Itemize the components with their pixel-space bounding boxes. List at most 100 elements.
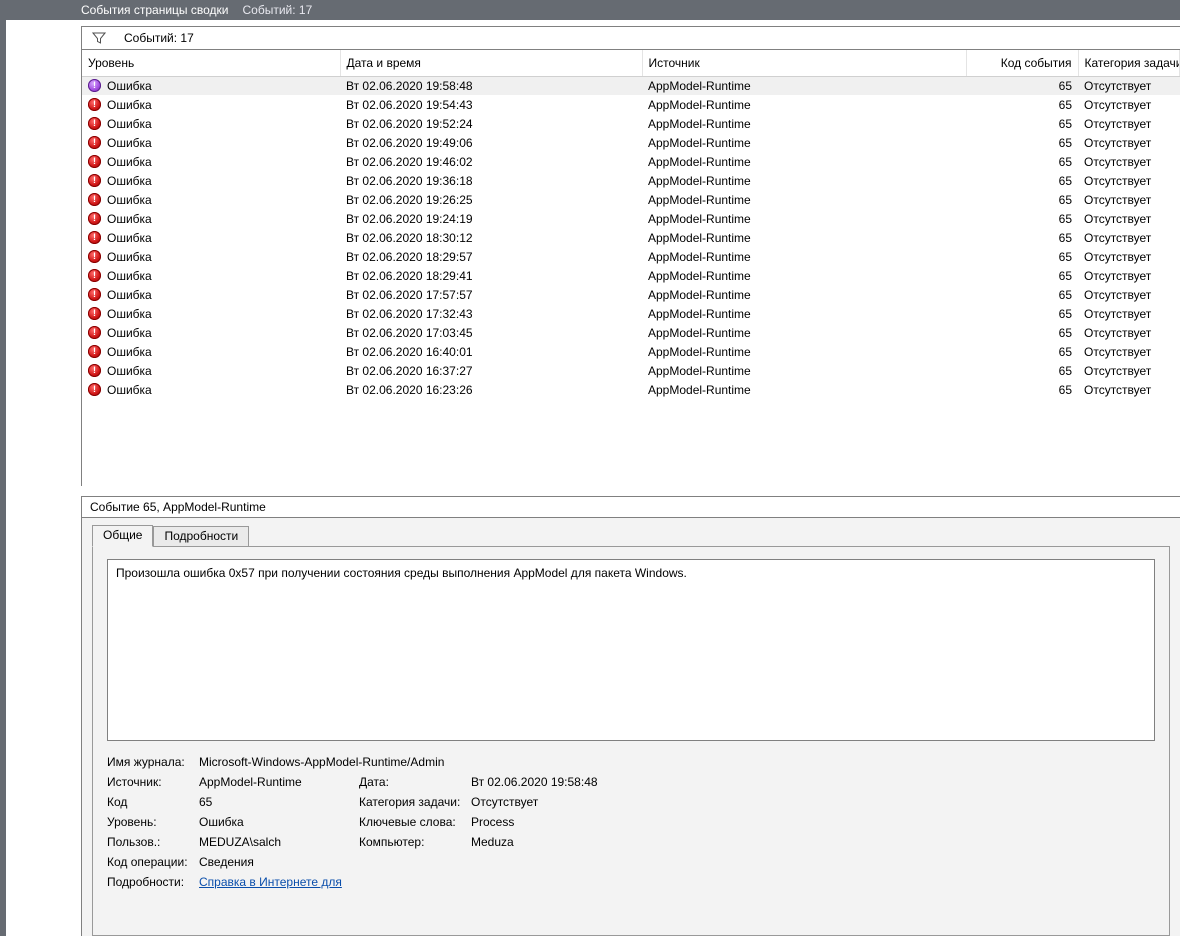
error-icon: !: [88, 174, 101, 187]
cell-level: Ошибка: [107, 288, 152, 302]
lbl-source: Источник:: [107, 775, 199, 789]
cell-code: 65: [966, 247, 1078, 266]
cell-code: 65: [966, 228, 1078, 247]
cell-datetime: Вт 02.06.2020 19:46:02: [340, 152, 642, 171]
table-row[interactable]: !ОшибкаВт 02.06.2020 19:36:18AppModel-Ru…: [82, 171, 1180, 190]
table-row[interactable]: !ОшибкаВт 02.06.2020 16:40:01AppModel-Ru…: [82, 342, 1180, 361]
cell-source: AppModel-Runtime: [642, 247, 966, 266]
lbl-keywords: Ключевые слова:: [359, 815, 471, 829]
cell-task: Отсутствует: [1078, 380, 1180, 399]
table-row[interactable]: !ОшибкаВт 02.06.2020 19:26:25AppModel-Ru…: [82, 190, 1180, 209]
cell-source: AppModel-Runtime: [642, 114, 966, 133]
cell-datetime: Вт 02.06.2020 17:32:43: [340, 304, 642, 323]
table-row[interactable]: !ОшибкаВт 02.06.2020 19:58:48AppModel-Ru…: [82, 76, 1180, 95]
tab-details[interactable]: Подробности: [153, 526, 249, 546]
error-icon: !: [88, 250, 101, 263]
cell-code: 65: [966, 114, 1078, 133]
cell-task: Отсутствует: [1078, 304, 1180, 323]
cell-source: AppModel-Runtime: [642, 152, 966, 171]
table-row[interactable]: !ОшибкаВт 02.06.2020 16:37:27AppModel-Ru…: [82, 361, 1180, 380]
tab-general[interactable]: Общие: [92, 525, 153, 547]
cell-source: AppModel-Runtime: [642, 304, 966, 323]
cell-task: Отсутствует: [1078, 209, 1180, 228]
error-icon: !: [88, 193, 101, 206]
table-row[interactable]: !ОшибкаВт 02.06.2020 19:49:06AppModel-Ru…: [82, 133, 1180, 152]
val-opcode: Сведения: [199, 855, 1155, 869]
title-primary: События страницы сводки: [81, 3, 242, 17]
lbl-date: Дата:: [359, 775, 471, 789]
cell-task: Отсутствует: [1078, 76, 1180, 95]
col-code[interactable]: Код события: [966, 50, 1078, 76]
table-row[interactable]: !ОшибкаВт 02.06.2020 19:52:24AppModel-Ru…: [82, 114, 1180, 133]
col-datetime[interactable]: Дата и время: [340, 50, 642, 76]
events-grid[interactable]: Уровень Дата и время Источник Код событи…: [81, 50, 1180, 486]
val-logname: Microsoft-Windows-AppModel-Runtime/Admin: [199, 755, 1155, 769]
filter-icon[interactable]: [92, 31, 106, 45]
cell-task: Отсутствует: [1078, 133, 1180, 152]
cell-level: Ошибка: [107, 345, 152, 359]
table-row[interactable]: !ОшибкаВт 02.06.2020 17:57:57AppModel-Ru…: [82, 285, 1180, 304]
lbl-computer: Компьютер:: [359, 835, 471, 849]
error-icon: !: [88, 98, 101, 111]
cell-source: AppModel-Runtime: [642, 361, 966, 380]
lbl-code: Код: [107, 795, 199, 809]
cell-task: Отсутствует: [1078, 285, 1180, 304]
online-help-link[interactable]: Справка в Интернете для: [199, 875, 342, 889]
table-row[interactable]: !ОшибкаВт 02.06.2020 19:46:02AppModel-Ru…: [82, 152, 1180, 171]
cell-code: 65: [966, 380, 1078, 399]
lbl-user: Пользов.:: [107, 835, 199, 849]
cell-source: AppModel-Runtime: [642, 342, 966, 361]
event-detail-heading-text: Событие 65, AppModel-Runtime: [90, 500, 266, 514]
lbl-logname: Имя журнала:: [107, 755, 199, 769]
event-detail-heading: Событие 65, AppModel-Runtime: [81, 496, 1180, 518]
error-icon: !: [88, 79, 101, 92]
cell-task: Отсутствует: [1078, 228, 1180, 247]
cell-source: AppModel-Runtime: [642, 209, 966, 228]
table-row[interactable]: !ОшибкаВт 02.06.2020 18:30:12AppModel-Ru…: [82, 228, 1180, 247]
lbl-taskcat: Категория задачи:: [359, 795, 471, 809]
cell-source: AppModel-Runtime: [642, 285, 966, 304]
val-level: Ошибка: [199, 815, 359, 829]
cell-code: 65: [966, 95, 1078, 114]
cell-code: 65: [966, 323, 1078, 342]
cell-code: 65: [966, 152, 1078, 171]
col-source[interactable]: Источник: [642, 50, 966, 76]
table-row[interactable]: !ОшибкаВт 02.06.2020 19:24:19AppModel-Ru…: [82, 209, 1180, 228]
cell-source: AppModel-Runtime: [642, 266, 966, 285]
event-message[interactable]: Произошла ошибка 0x57 при получении сост…: [107, 559, 1155, 741]
table-row[interactable]: !ОшибкаВт 02.06.2020 18:29:41AppModel-Ru…: [82, 266, 1180, 285]
table-row[interactable]: !ОшибкаВт 02.06.2020 17:32:43AppModel-Ru…: [82, 304, 1180, 323]
cell-level: Ошибка: [107, 250, 152, 264]
table-row[interactable]: !ОшибкаВт 02.06.2020 16:23:26AppModel-Ru…: [82, 380, 1180, 399]
error-icon: !: [88, 383, 101, 396]
cell-task: Отсутствует: [1078, 361, 1180, 380]
table-row[interactable]: !ОшибкаВт 02.06.2020 17:03:45AppModel-Ru…: [82, 323, 1180, 342]
cell-datetime: Вт 02.06.2020 18:29:41: [340, 266, 642, 285]
cell-level: Ошибка: [107, 364, 152, 378]
error-icon: !: [88, 117, 101, 130]
val-computer: Meduza: [471, 835, 1155, 849]
table-row[interactable]: !ОшибкаВт 02.06.2020 19:54:43AppModel-Ru…: [82, 95, 1180, 114]
window-title-bar: События страницы сводки Событий: 17: [6, 0, 1180, 20]
cell-level: Ошибка: [107, 98, 152, 112]
cell-code: 65: [966, 304, 1078, 323]
cell-task: Отсутствует: [1078, 171, 1180, 190]
col-level[interactable]: Уровень: [82, 50, 340, 76]
table-row[interactable]: !ОшибкаВт 02.06.2020 18:29:57AppModel-Ru…: [82, 247, 1180, 266]
col-task[interactable]: Категория задачи: [1078, 50, 1180, 76]
cell-level: Ошибка: [107, 174, 152, 188]
cell-datetime: Вт 02.06.2020 19:24:19: [340, 209, 642, 228]
cell-datetime: Вт 02.06.2020 16:37:27: [340, 361, 642, 380]
val-code: 65: [199, 795, 359, 809]
cell-level: Ошибка: [107, 231, 152, 245]
cell-level: Ошибка: [107, 117, 152, 131]
cell-code: 65: [966, 266, 1078, 285]
title-event-count: Событий: 17: [242, 3, 312, 17]
cell-datetime: Вт 02.06.2020 17:57:57: [340, 285, 642, 304]
cell-level: Ошибка: [107, 193, 152, 207]
val-user: MEDUZA\salch: [199, 835, 359, 849]
cell-datetime: Вт 02.06.2020 17:03:45: [340, 323, 642, 342]
cell-source: AppModel-Runtime: [642, 95, 966, 114]
cell-task: Отсутствует: [1078, 95, 1180, 114]
cell-datetime: Вт 02.06.2020 19:49:06: [340, 133, 642, 152]
